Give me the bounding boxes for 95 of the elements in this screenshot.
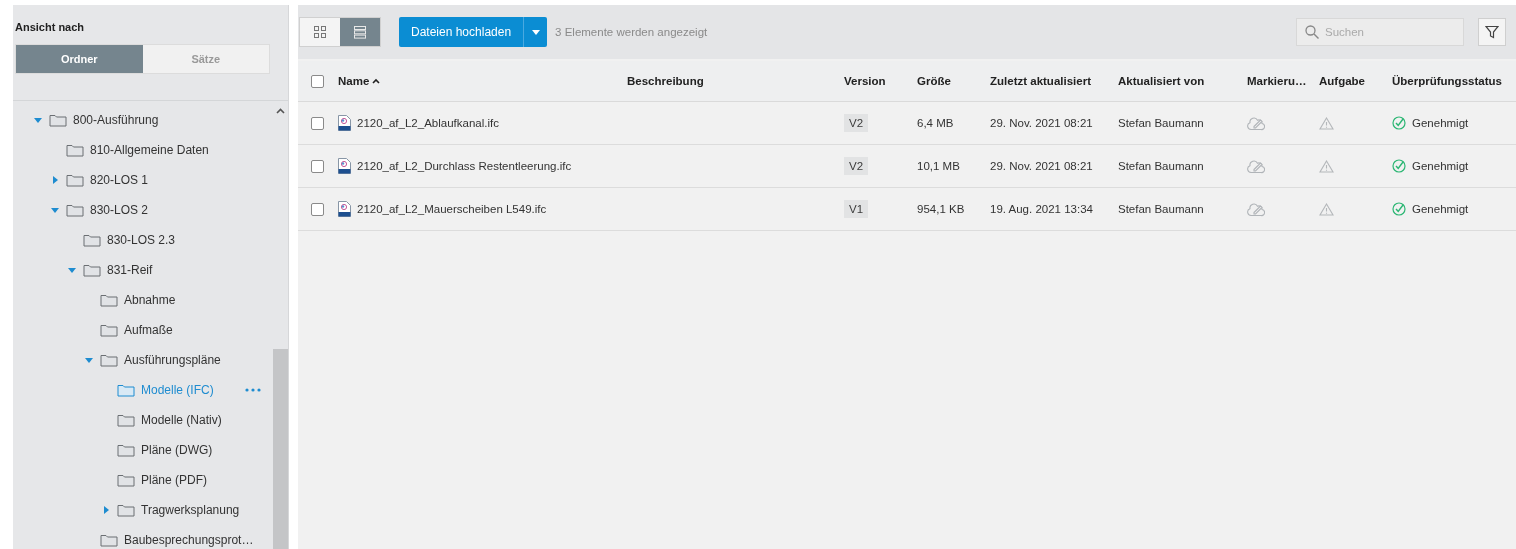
caret-down-icon[interactable] <box>33 116 42 124</box>
select-all-checkbox[interactable] <box>311 74 324 88</box>
column-header[interactable]: Zuletzt aktualisiert <box>990 75 1091 87</box>
grid-view-button[interactable] <box>300 18 340 46</box>
folder-icon <box>66 173 84 187</box>
caret-right-icon[interactable] <box>50 176 59 184</box>
folder-item[interactable]: Abnahme <box>124 293 176 307</box>
folder-item[interactable]: 820-LOS 1 <box>90 173 149 187</box>
scrollbar-thumb[interactable] <box>273 349 288 549</box>
column-header[interactable]: Beschreibung <box>627 75 704 87</box>
caret-down-icon[interactable] <box>67 266 76 274</box>
caret-down-icon <box>531 29 540 35</box>
caret-down-icon[interactable] <box>50 206 59 214</box>
row-checkbox[interactable] <box>311 116 324 130</box>
markup-icon[interactable] <box>1247 115 1265 131</box>
search-icon <box>1305 25 1319 39</box>
file-name[interactable]: 2120_af_L2_Ablaufkanal.ifc <box>357 117 499 129</box>
upload-menu-button[interactable] <box>523 17 548 47</box>
column-header[interactable]: Aktualisiert von <box>1118 75 1205 87</box>
column-header[interactable]: Markieru… <box>1247 75 1307 87</box>
table-cell: Stefan Baumann <box>1118 160 1204 172</box>
status-text: Genehmigt <box>1412 160 1469 172</box>
table-cell: 29. Nov. 2021 08:21 <box>990 160 1093 172</box>
folder-icon <box>117 383 135 397</box>
filter-button[interactable] <box>1478 18 1506 46</box>
folder-icon <box>100 353 118 367</box>
folder-item[interactable]: 810-Allgemeine Daten <box>90 143 209 157</box>
row-checkbox[interactable] <box>311 202 324 216</box>
table-cell: 10,1 MB <box>917 160 960 172</box>
warning-icon[interactable] <box>1319 159 1334 173</box>
check-circle-icon <box>1392 116 1406 130</box>
folder-item[interactable]: 831-Reif <box>107 263 153 277</box>
item-count: 3 Elemente werden angezeigt <box>555 26 708 38</box>
version-tag[interactable]: V2 <box>844 157 869 175</box>
caret-right-icon[interactable] <box>101 506 110 514</box>
folder-icon <box>117 443 135 457</box>
file-name[interactable]: 2120_af_L2_Mauerscheiben L549.ifc <box>357 203 547 215</box>
sidebar-title: Ansicht nach <box>14 20 86 33</box>
file-icon <box>338 158 351 174</box>
column-header[interactable]: Name <box>338 75 381 87</box>
folder-item[interactable]: Pläne (DWG) <box>141 443 213 457</box>
folder-icon <box>66 143 84 157</box>
caret-down-icon[interactable] <box>84 356 93 364</box>
folder-icon <box>83 233 101 247</box>
column-header[interactable]: Aufgabe <box>1319 75 1365 87</box>
more-icon[interactable] <box>245 388 261 392</box>
folder-item[interactable]: Tragwerksplanung <box>141 503 240 517</box>
folder-icon <box>83 263 101 277</box>
table-cell: 29. Nov. 2021 08:21 <box>990 117 1093 129</box>
folder-icon <box>100 323 118 337</box>
folder-item[interactable]: 830-LOS 2 <box>90 203 149 217</box>
markup-icon[interactable] <box>1247 201 1265 217</box>
scroll-up-icon[interactable] <box>276 108 285 114</box>
grid-icon <box>314 26 326 38</box>
warning-icon[interactable] <box>1319 116 1334 130</box>
folder-item[interactable]: Modelle (Nativ) <box>141 413 222 427</box>
file-icon <box>338 201 351 217</box>
folder-item[interactable]: 800-Ausführung <box>73 113 159 127</box>
folder-icon <box>100 293 118 307</box>
table-cell: 19. Aug. 2021 13:34 <box>990 203 1093 215</box>
folder-item[interactable]: Baubesprechungsprot… <box>124 533 254 547</box>
folder-item[interactable]: Ausführungspläne <box>124 353 221 367</box>
table-cell: 954,1 KB <box>917 203 965 215</box>
file-icon <box>338 115 351 131</box>
list-view-button[interactable] <box>340 18 380 46</box>
row-checkbox[interactable] <box>311 159 324 173</box>
folder-icon <box>49 113 67 127</box>
folder-icon <box>117 473 135 487</box>
sort-ascending-icon <box>372 78 381 84</box>
table-cell: Stefan Baumann <box>1118 203 1204 215</box>
version-tag[interactable]: V2 <box>844 114 869 132</box>
file-name[interactable]: 2120_af_L2_Durchlass Restentleerung.ifc <box>357 160 572 172</box>
folder-icon <box>117 413 135 427</box>
version-tag[interactable]: V1 <box>844 200 869 218</box>
warning-icon[interactable] <box>1319 202 1334 216</box>
check-circle-icon <box>1392 159 1406 173</box>
table-cell: Stefan Baumann <box>1118 117 1204 129</box>
filter-icon <box>1485 25 1499 39</box>
list-icon <box>354 25 366 39</box>
status-text: Genehmigt <box>1412 117 1469 129</box>
column-header[interactable]: Größe <box>917 75 951 87</box>
search-field[interactable]: Suchen <box>1296 18 1464 46</box>
markup-icon[interactable] <box>1247 158 1265 174</box>
column-header[interactable]: Version <box>844 75 886 87</box>
column-header[interactable]: Überprüfungsstatus <box>1392 75 1502 87</box>
folder-icon <box>66 203 84 217</box>
view-tab[interactable]: Ordner <box>16 45 143 73</box>
folder-icon <box>117 503 135 517</box>
upload-button[interactable]: Dateien hochladen <box>399 17 524 47</box>
folder-item[interactable]: Aufmaße <box>124 323 173 337</box>
table-cell: 6,4 MB <box>917 117 954 129</box>
folder-item[interactable]: 830-LOS 2.3 <box>107 233 176 247</box>
check-circle-icon <box>1392 202 1406 216</box>
folder-item[interactable]: Pläne (PDF) <box>141 473 208 487</box>
status-text: Genehmigt <box>1412 203 1469 215</box>
